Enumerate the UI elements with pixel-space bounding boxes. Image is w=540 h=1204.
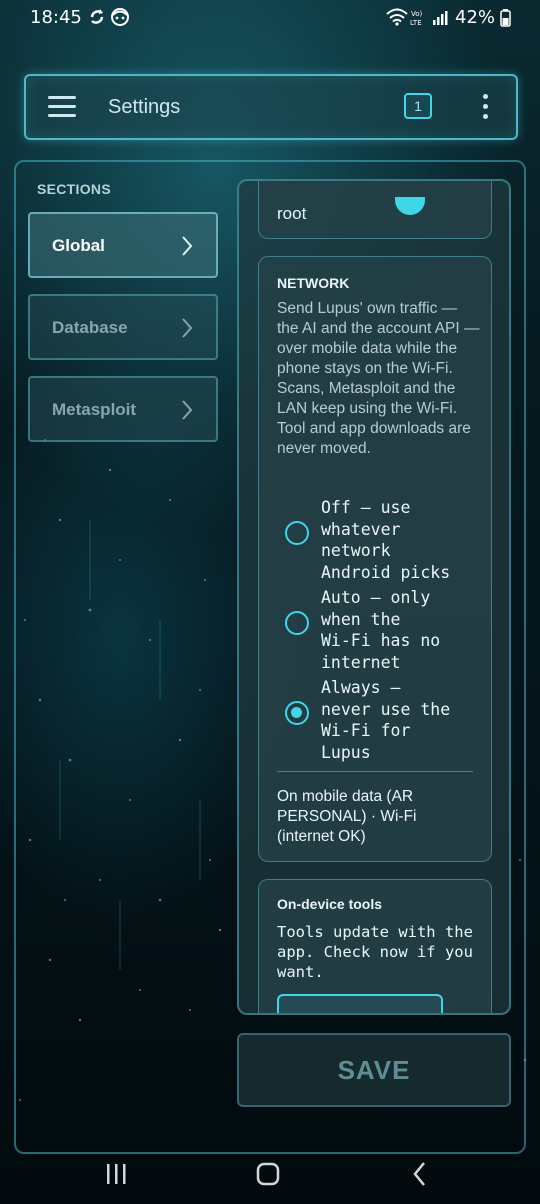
- sidebar-item-database[interactable]: Database: [28, 294, 218, 360]
- svg-text:Vo): Vo): [411, 10, 423, 18]
- page-title: Settings: [108, 96, 181, 118]
- network-heading: NETWORK: [277, 275, 350, 291]
- sidebar-item-label: Database: [52, 318, 128, 337]
- divider: [277, 771, 473, 772]
- status-bar: 18:45 Vo) LTE 42%: [0, 0, 540, 36]
- sections-heading: SECTIONS: [37, 181, 111, 197]
- tools-description: Tools update with the app. Check now if …: [277, 923, 473, 981]
- volte-icon: Vo) LTE: [410, 10, 423, 27]
- radio-button[interactable]: [285, 521, 309, 545]
- wifi-icon: [386, 8, 408, 26]
- chevron-right-icon: [182, 236, 193, 256]
- tools-card: On-device tools Tools update with the ap…: [258, 879, 492, 1013]
- network-card: NETWORK Send Lupus' own traffic — the AI…: [258, 256, 492, 862]
- battery-percent: 42%: [455, 7, 496, 28]
- hamburger-icon[interactable]: [48, 96, 76, 118]
- app-bar: Settings 1: [24, 74, 518, 140]
- network-option-auto[interactable]: Auto — only when the Wi-Fi has no intern…: [285, 587, 485, 677]
- radio-button-selected[interactable]: [285, 701, 309, 725]
- chevron-right-icon: [182, 318, 193, 338]
- radio-button[interactable]: [285, 611, 309, 635]
- sync-icon: [90, 9, 104, 24]
- root-card: root: [258, 181, 492, 239]
- option-label: Always — never use the Wi-Fi for Lupus: [321, 678, 451, 762]
- root-value: root: [277, 204, 307, 223]
- sidebar-item-label: Metasploit: [52, 400, 137, 419]
- svg-text:LTE: LTE: [410, 19, 422, 27]
- clock: 18:45: [30, 7, 82, 28]
- recents-icon[interactable]: [96, 1160, 136, 1190]
- chevron-right-icon: [182, 400, 193, 420]
- face-icon: [111, 8, 129, 26]
- sidebar-item-label: Global: [52, 236, 105, 255]
- network-option-always[interactable]: Always — never use the Wi-Fi for Lupus: [285, 677, 485, 767]
- network-option-off[interactable]: Off — use whatever network Android picks: [285, 497, 485, 587]
- option-label: Auto — only when the Wi-Fi has no intern…: [321, 588, 441, 672]
- battery-icon: [500, 9, 511, 27]
- more-vert-icon[interactable]: [480, 94, 490, 122]
- home-icon[interactable]: [248, 1160, 288, 1190]
- sidebar-item-global[interactable]: Global: [28, 212, 218, 278]
- network-description: Send Lupus' own traffic — the AI and the…: [277, 300, 480, 457]
- back-icon[interactable]: [400, 1160, 440, 1190]
- count-badge[interactable]: 1: [404, 93, 432, 119]
- tools-heading: On-device tools: [277, 896, 383, 912]
- system-nav-bar: [0, 1150, 540, 1204]
- signal-icon: [433, 11, 448, 25]
- settings-panel[interactable]: root NETWORK Send Lupus' own traffic — t…: [237, 179, 511, 1015]
- check-now-button[interactable]: [277, 994, 443, 1013]
- sidebar-item-metasploit[interactable]: Metasploit: [28, 376, 218, 442]
- save-button[interactable]: SAVE: [237, 1033, 511, 1107]
- option-label: Off — use whatever network Android picks: [321, 498, 451, 582]
- settings-screen: 18:45 Vo) LTE 42% Settings 1 SECTIONS Gl…: [0, 0, 540, 1204]
- network-status: On mobile data (AR PERSONAL) · Wi-Fi (in…: [277, 788, 417, 845]
